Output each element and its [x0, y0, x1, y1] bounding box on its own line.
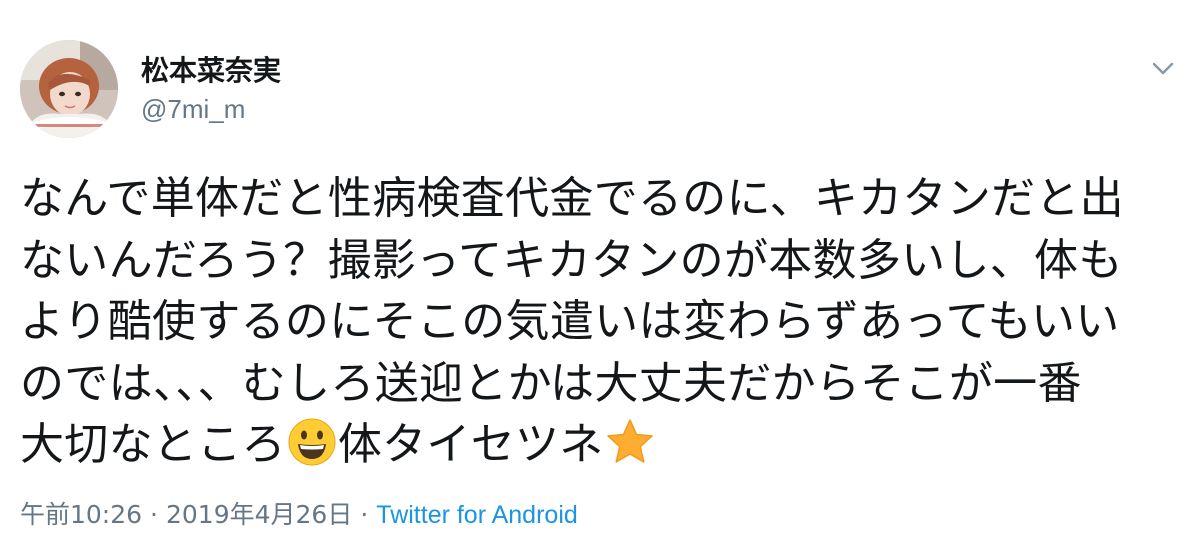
tweet-card: 松本菜奈実 @7mi_m なんで単体だと性病検査代金でるのに、キカタンだと出 な…: [0, 0, 1192, 556]
display-name[interactable]: 松本菜奈実: [141, 54, 281, 88]
user-handle[interactable]: @7mi_m: [141, 93, 245, 125]
tweet-menu-button[interactable]: [1148, 54, 1178, 84]
separator: ·: [150, 500, 158, 529]
tweet-text-line: ないんだろう？撮影ってキカタンのが本数多いし、体も: [20, 234, 1123, 286]
tweet-text-line-last: 大切なところ 体タイセツネ: [20, 414, 1170, 476]
tweet-text-fragment: 体タイセツネ: [337, 419, 604, 470]
tweet-text-line: より酷使するのにそこの気遣いは変わらずあってもいい: [20, 296, 1120, 347]
grinning-face-emoji-icon: [287, 417, 337, 467]
separator: ·: [360, 500, 369, 529]
tweet-text-fragment: 大切なところ: [20, 419, 286, 470]
tweet-text-line: のでは、、、むしろ送迎とかは大丈夫だからそこが一番: [20, 357, 1082, 409]
tweet-date[interactable]: 2019年4月26日: [166, 500, 352, 529]
tweet-meta: 午前10:26 · 2019年4月26日 · Twitter for Android: [20, 498, 578, 532]
tweet-source-link[interactable]: Twitter for Android: [376, 501, 577, 529]
star-emoji-icon: [605, 417, 655, 467]
tweet-text-line: なんで単体だと性病検査代金でるのに、キカタンだと出: [20, 173, 1124, 224]
chevron-down-icon: [1152, 62, 1174, 75]
profile-photo-icon: [20, 40, 118, 138]
tweet-time[interactable]: 午前10:26: [20, 500, 142, 529]
tweet-text: なんで単体だと性病検査代金でるのに、キカタンだと出 ないんだろう？撮影ってキカタ…: [20, 168, 1170, 476]
avatar[interactable]: [20, 40, 118, 138]
